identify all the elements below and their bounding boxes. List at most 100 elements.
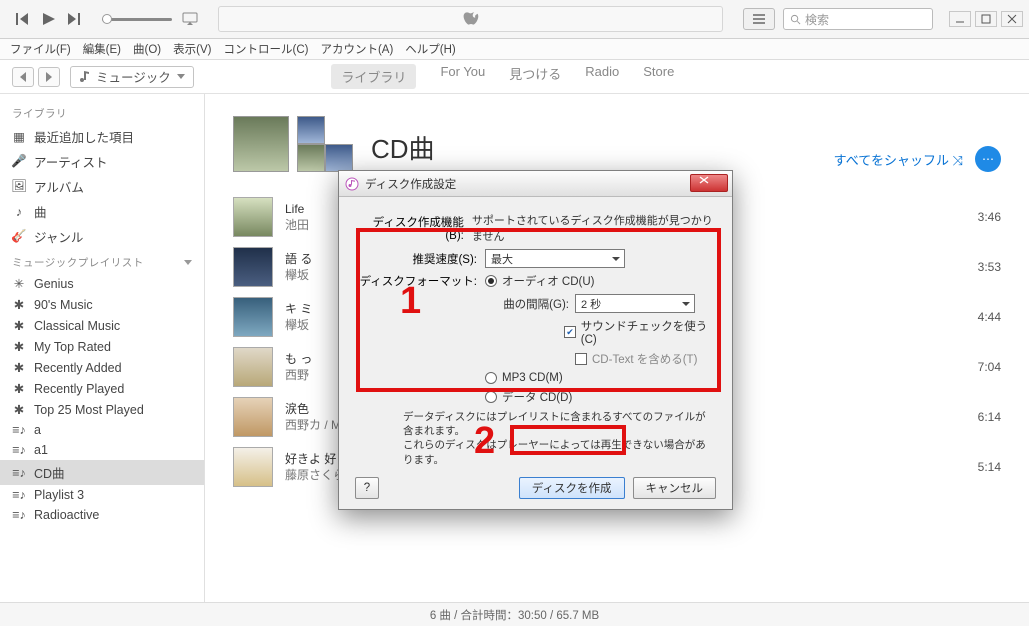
sidebar: ライブラリ ▦最近追加した項目 🎤アーティスト 🖼 アルバム ♪曲 🎸ジャンル ミ…: [0, 94, 205, 602]
player-topbar: 検索: [0, 0, 1029, 39]
playlist-icon: ≡♪: [12, 423, 26, 437]
dialog-close-button[interactable]: [690, 174, 728, 192]
speed-select-value: 最大: [491, 251, 513, 267]
checkbox-cdtext-label: CD-Text を含める(T): [592, 351, 697, 367]
menu-controls[interactable]: コントロール(C): [223, 41, 308, 57]
song-duration: 7:04: [949, 360, 1001, 374]
sidebar-pl-pl3[interactable]: ≡♪Playlist 3: [0, 485, 204, 505]
sidebar-pl-recplayed[interactable]: ✱Recently Played: [0, 378, 204, 399]
radio-audio-cd-label: オーディオ CD(U): [502, 273, 594, 289]
playback-controls: [0, 11, 96, 27]
status-bar: 6 曲 / 合計時間：30:50 / 65.7 MB: [0, 602, 1029, 626]
checkbox-soundcheck[interactable]: [564, 326, 576, 338]
radio-data-cd-label: データ CD(D): [502, 389, 572, 405]
sidebar-item-label: アルバム: [34, 177, 84, 196]
sidebar-playlists-header: ミュージックプレイリスト: [0, 249, 204, 273]
sidebar-pl-90s[interactable]: ✱90's Music: [0, 294, 204, 315]
sidebar-library-header: ライブラリ: [0, 100, 204, 124]
sidebar-songs[interactable]: ♪曲: [0, 199, 204, 224]
sidebar-pl-a1[interactable]: ≡♪a1: [0, 440, 204, 460]
radio-data-cd[interactable]: [485, 391, 497, 403]
nav-forward-button[interactable]: [38, 67, 60, 87]
tab-library[interactable]: ライブラリ: [331, 64, 416, 89]
airplay-icon[interactable]: [182, 12, 198, 26]
play-button[interactable]: [40, 11, 56, 27]
checkbox-cdtext[interactable]: [575, 353, 587, 365]
drive-value: サポートされているディスク作成機能が見つかりません: [472, 212, 716, 244]
sidebar-pl-radioactive[interactable]: ≡♪Radioactive: [0, 505, 204, 525]
drive-label: ディスク作成機能(B):: [355, 214, 472, 242]
dialog-titlebar[interactable]: ディスク作成設定: [339, 171, 732, 197]
guitar-icon: 🎸: [12, 229, 26, 244]
tab-store[interactable]: Store: [643, 64, 674, 89]
annotation-number-2: 2: [474, 420, 495, 463]
tab-radio[interactable]: Radio: [585, 64, 619, 89]
window-controls: [949, 11, 1029, 27]
note-icon: ♪: [12, 205, 26, 219]
gap-label: 曲の間隔(G):: [485, 296, 575, 312]
radio-mp3-cd[interactable]: [485, 372, 497, 384]
tab-foryou[interactable]: For You: [440, 64, 485, 89]
dialog-note-2: これらのディスクはプレーヤーによっては再生できない場合があります。: [403, 438, 716, 466]
cancel-button[interactable]: キャンセル: [633, 477, 717, 499]
sidebar-item-label: 90's Music: [34, 298, 93, 312]
search-input[interactable]: 検索: [783, 8, 933, 30]
dialog-help-button[interactable]: ?: [355, 477, 379, 499]
burn-disc-button[interactable]: ディスクを作成: [519, 477, 625, 499]
prev-track-button[interactable]: [14, 11, 30, 27]
playlist-cover-1: [233, 116, 289, 172]
gap-select-value: 2 秒: [581, 296, 601, 312]
dialog-note-1: データディスクにはプレイリストに含まれるすべてのファイルが含まれます。: [403, 410, 716, 438]
itunes-icon: [345, 177, 359, 191]
sidebar-pl-genius[interactable]: ✳Genius: [0, 273, 204, 294]
nav-back-button[interactable]: [12, 67, 34, 87]
sidebar-pl-top25[interactable]: ✱Top 25 Most Played: [0, 399, 204, 420]
playlist-icon: ≡♪: [12, 443, 26, 457]
sidebar-item-label: Recently Added: [34, 361, 122, 375]
music-note-icon: [79, 70, 90, 83]
song-duration: 6:14: [949, 410, 1001, 424]
volume-slider[interactable]: [102, 18, 172, 21]
minimize-button[interactable]: [949, 11, 971, 27]
sidebar-item-label: Genius: [34, 277, 74, 291]
menu-song[interactable]: 曲(O): [133, 41, 161, 57]
song-thumb: [233, 297, 273, 337]
next-track-button[interactable]: [66, 11, 82, 27]
playlist-icon: ≡♪: [12, 488, 26, 502]
sidebar-albums[interactable]: 🖼 アルバム: [0, 174, 204, 199]
playlist-icon: ≡♪: [12, 466, 26, 480]
gap-select[interactable]: 2 秒: [575, 294, 695, 313]
sidebar-artists[interactable]: 🎤アーティスト: [0, 149, 204, 174]
tab-browse[interactable]: 見つける: [509, 64, 561, 89]
sidebar-pl-classical[interactable]: ✱Classical Music: [0, 315, 204, 336]
sidebar-item-label: CD曲: [34, 463, 65, 482]
sidebar-recently-added[interactable]: ▦最近追加した項目: [0, 124, 204, 149]
shuffle-all-link[interactable]: すべてをシャッフル ⤨: [834, 150, 963, 169]
menu-view[interactable]: 表示(V): [173, 41, 211, 57]
maximize-button[interactable]: [975, 11, 997, 27]
sidebar-pl-a[interactable]: ≡♪a: [0, 420, 204, 440]
nav-row: ミュージック ライブラリ For You 見つける Radio Store: [0, 60, 1029, 94]
close-button[interactable]: [1001, 11, 1023, 27]
playlist-hero: CD曲 すべてをシャッフル ⤨ ⋯: [233, 116, 1001, 172]
media-type-picker[interactable]: ミュージック: [70, 66, 194, 88]
menu-edit[interactable]: 編集(E): [83, 41, 121, 57]
list-view-button[interactable]: [743, 8, 775, 30]
sidebar-pl-cd[interactable]: ≡♪ CD曲: [0, 460, 204, 485]
chevron-down-icon: [177, 74, 185, 79]
speed-select[interactable]: 最大: [485, 249, 625, 268]
menu-file[interactable]: ファイル(F): [10, 41, 71, 57]
gear-icon: ✱: [12, 339, 26, 354]
sidebar-genres[interactable]: 🎸ジャンル: [0, 224, 204, 249]
more-button[interactable]: ⋯: [975, 146, 1001, 172]
menu-help[interactable]: ヘルプ(H): [405, 41, 455, 57]
sidebar-pl-recadded[interactable]: ✱Recently Added: [0, 357, 204, 378]
song-duration: 3:53: [949, 260, 1001, 274]
menu-account[interactable]: アカウント(A): [320, 41, 393, 57]
shuffle-all-label: すべてをシャッフル: [834, 153, 949, 168]
radio-audio-cd[interactable]: [485, 275, 497, 287]
radio-mp3-cd-label: MP3 CD(M): [502, 372, 563, 384]
search-placeholder: 検索: [805, 11, 829, 28]
sidebar-pl-toprated[interactable]: ✱My Top Rated: [0, 336, 204, 357]
album-icon: 🖼: [12, 179, 26, 194]
